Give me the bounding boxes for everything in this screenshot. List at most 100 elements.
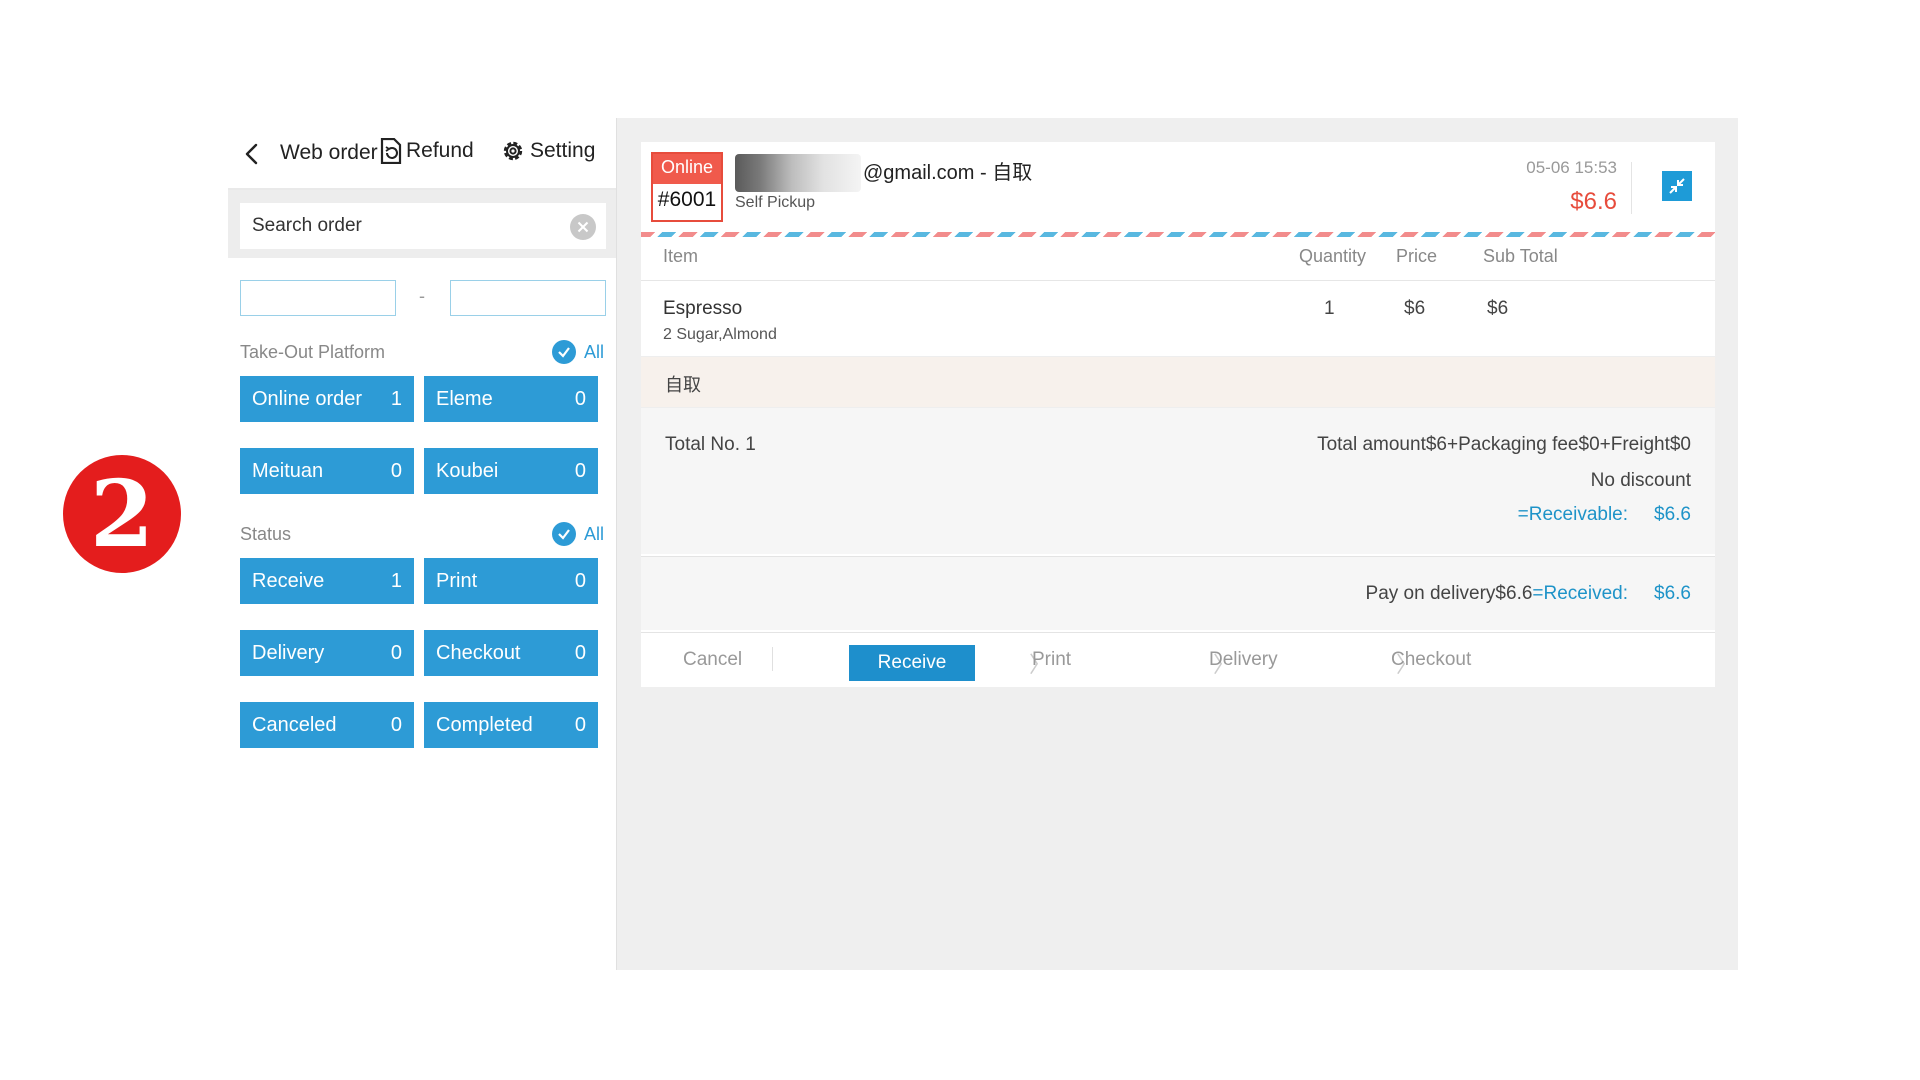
check-icon	[551, 340, 576, 364]
divider	[1631, 162, 1632, 214]
order-note: 自取	[665, 375, 701, 395]
order-total: $6.6	[1570, 188, 1617, 215]
platform-tile-online-order[interactable]: Online order 1	[240, 376, 414, 422]
tile-count: 1	[390, 387, 402, 410]
order-summary: Total No. 1 Total amount$6+Packaging fee…	[641, 408, 1715, 554]
order-time: 05-06 15:53	[1526, 158, 1617, 177]
redacted-customer-name	[735, 154, 861, 192]
item-subtotal: $6	[1487, 298, 1509, 319]
tile-count: 0	[390, 641, 402, 664]
status-tile-checkout[interactable]: Checkout 0	[424, 630, 598, 676]
clear-search-icon[interactable]	[570, 214, 596, 240]
collapse-button[interactable]	[1662, 171, 1692, 201]
platform-tile-eleme[interactable]: Eleme 0	[424, 376, 598, 422]
received-line: Pay on delivery$6.6 =Received: $6.6	[1366, 583, 1691, 605]
tile-count: 0	[574, 641, 586, 664]
order-card: Online order #6001 @gmail.com - 自取 Self …	[641, 142, 1715, 687]
pay-on-delivery: Pay on delivery$6.6	[1365, 583, 1533, 604]
tile-count: 0	[574, 387, 586, 410]
search-bar: Search order	[228, 190, 616, 258]
total-items-count: Total No. 1	[665, 434, 756, 455]
platform-all-label: All	[583, 341, 604, 362]
status-all-label: All	[583, 523, 604, 544]
tile-count: 0	[574, 459, 586, 482]
tile-label: Print	[436, 569, 478, 592]
airmail-border	[641, 232, 1715, 237]
search-placeholder: Search order	[252, 215, 362, 236]
delivery-step[interactable]: Delivery	[1209, 649, 1278, 671]
tile-label: Completed	[436, 713, 533, 736]
pickup-type: Self Pickup	[735, 194, 816, 211]
tile-count: 0	[574, 713, 586, 736]
item-price: $6	[1404, 298, 1426, 319]
order-filter-panel: Web order Refund Setting Search order - …	[228, 118, 616, 970]
tile-label: Koubei	[436, 459, 499, 482]
platform-section-label: Take-Out Platform	[240, 342, 386, 362]
order-action-bar: Cancel Receive 〉 Print 〉 Delivery 〉 Chec…	[641, 632, 1715, 687]
search-input[interactable]: Search order	[240, 203, 606, 249]
tile-count: 1	[390, 569, 402, 592]
receive-button[interactable]: Receive	[849, 645, 975, 681]
status-section-label: Status	[240, 524, 292, 544]
received-value: $6.6	[1654, 583, 1691, 604]
received-label: =Received:	[1532, 583, 1629, 604]
column-subtotal: Sub Total	[1483, 246, 1558, 266]
divider	[772, 647, 773, 671]
cancel-button[interactable]: Cancel	[683, 649, 742, 671]
gear-icon	[503, 141, 523, 161]
print-step[interactable]: Print	[1032, 649, 1071, 671]
column-quantity: Quantity	[1299, 246, 1367, 266]
step-number-marker: 2	[63, 455, 181, 573]
receivable-label: =Receivable:	[1517, 504, 1629, 525]
order-note-band: 自取	[641, 356, 1715, 408]
top-navigation: Web order Refund Setting	[228, 132, 616, 176]
start-date-input[interactable]	[240, 280, 396, 316]
tile-count: 0	[390, 459, 402, 482]
end-date-input[interactable]	[450, 280, 606, 316]
status-tile-completed[interactable]: Completed 0	[424, 702, 598, 748]
order-number: #6001	[657, 188, 717, 211]
platform-tile-koubei[interactable]: Koubei 0	[424, 448, 598, 494]
discount-line: No discount	[1590, 470, 1691, 491]
receivable-line: =Receivable: $6.6	[1518, 504, 1691, 526]
status-all-toggle[interactable]: All	[551, 522, 604, 546]
order-detail-panel: Online order #6001 @gmail.com - 自取 Self …	[616, 118, 1738, 970]
status-tile-receive[interactable]: Receive 1	[240, 558, 414, 604]
refund-document-icon	[380, 138, 402, 164]
payment-received-area: Pay on delivery$6.6 =Received: $6.6	[641, 556, 1715, 630]
collapse-arrows-icon	[1669, 178, 1685, 194]
tile-label: Receive	[252, 569, 325, 592]
tile-count: 0	[574, 569, 586, 592]
refund-button[interactable]: Refund	[380, 138, 474, 164]
status-tile-delivery[interactable]: Delivery 0	[240, 630, 414, 676]
badge-source: Online order	[653, 154, 721, 184]
checkout-step[interactable]: Checkout	[1391, 649, 1471, 671]
tile-label: Eleme	[436, 387, 493, 410]
setting-button[interactable]: Setting	[500, 138, 595, 164]
item-quantity: 1	[1324, 298, 1335, 319]
platform-tile-meituan[interactable]: Meituan 0	[240, 448, 414, 494]
tile-label: Meituan	[252, 459, 324, 482]
column-price: Price	[1396, 246, 1438, 266]
back-arrow-icon[interactable]	[240, 142, 264, 166]
column-item: Item	[663, 246, 699, 266]
item-name: Espresso	[663, 298, 743, 319]
page-title: Web order	[280, 141, 378, 164]
refund-label: Refund	[406, 139, 474, 162]
setting-label: Setting	[530, 139, 596, 162]
status-tile-canceled[interactable]: Canceled 0	[240, 702, 414, 748]
tile-label: Delivery	[252, 641, 325, 664]
date-range-dash: -	[419, 286, 425, 306]
online-order-badge: Online order #6001	[651, 152, 723, 222]
divider	[641, 280, 1715, 281]
tile-label: Canceled	[252, 713, 337, 736]
receivable-value: $6.6	[1654, 504, 1691, 525]
platform-all-toggle[interactable]: All	[551, 340, 604, 364]
status-tile-print[interactable]: Print 0	[424, 558, 598, 604]
tile-label: Online order	[252, 387, 363, 410]
order-header: Online order #6001 @gmail.com - 自取 Self …	[641, 142, 1715, 234]
tile-count: 0	[390, 713, 402, 736]
check-icon	[551, 522, 576, 546]
tile-label: Checkout	[436, 641, 521, 664]
amount-breakdown: Total amount$6+Packaging fee$0+Freight$0	[1317, 434, 1691, 455]
